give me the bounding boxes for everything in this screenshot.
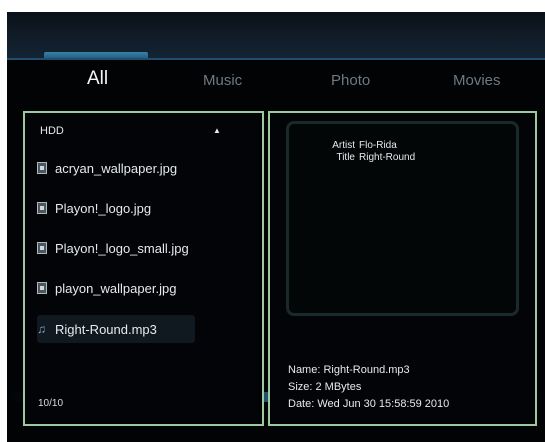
artist-value: Flo-Rida <box>359 140 397 151</box>
list-item-label: acryan_wallpaper.jpg <box>55 160 178 176</box>
list-item-label: playon_wallpaper.jpg <box>55 280 177 296</box>
tab-all[interactable]: All <box>87 68 108 90</box>
title-row: Title Right-Round <box>315 152 415 163</box>
header-bar <box>7 12 545 60</box>
image-file-icon <box>37 202 47 214</box>
list-item-label: Playon!_logo_small.jpg <box>55 240 189 256</box>
image-file-icon <box>37 162 47 174</box>
preview-area: Artist Flo-Rida Title Right-Round <box>286 121 519 316</box>
image-file-icon <box>37 282 47 294</box>
tab-photo[interactable]: Photo <box>331 72 370 89</box>
file-date-info: Date: Wed Jun 30 15:58:59 2010 <box>288 398 450 410</box>
image-file-icon <box>37 242 47 254</box>
artist-row: Artist Flo-Rida <box>315 140 397 151</box>
list-item-label: Playon!_logo.jpg <box>55 200 152 216</box>
item-counter: 10/10 <box>38 398 64 409</box>
list-item-selected[interactable]: ♫ Right-Round.mp3 <box>37 315 195 343</box>
artist-label: Artist <box>332 140 355 151</box>
tab-music[interactable]: Music <box>203 72 242 89</box>
file-size-info: Size: 2 MBytes <box>288 381 362 393</box>
file-browser-panel: HDD ▲ acryan_wallpaper.jpg Playon!_logo.… <box>23 111 264 426</box>
details-panel: Artist Flo-Rida Title Right-Round Name: Ri… <box>268 111 537 426</box>
file-name-info: Name: Right-Round.mp3 <box>288 364 410 376</box>
list-item[interactable]: playon_wallpaper.jpg <box>37 274 197 302</box>
list-item[interactable]: acryan_wallpaper.jpg <box>37 154 197 182</box>
list-item[interactable]: Playon!_logo.jpg <box>37 194 197 222</box>
tab-movies[interactable]: Movies <box>453 72 501 89</box>
scroll-up-icon[interactable]: ▲ <box>213 126 221 135</box>
music-note-icon: ♫ <box>37 322 46 336</box>
title-value: Right-Round <box>359 152 416 163</box>
list-item-label: Right-Round.mp3 <box>55 321 157 337</box>
top-band <box>7 0 545 12</box>
title-label: Title <box>336 152 355 163</box>
media-player-screen: All Music Photo Movies HDD ▲ acryan_wall… <box>7 0 545 442</box>
drive-label: HDD <box>40 125 64 137</box>
list-item[interactable]: Playon!_logo_small.jpg <box>37 234 197 262</box>
header-divider <box>7 58 545 60</box>
